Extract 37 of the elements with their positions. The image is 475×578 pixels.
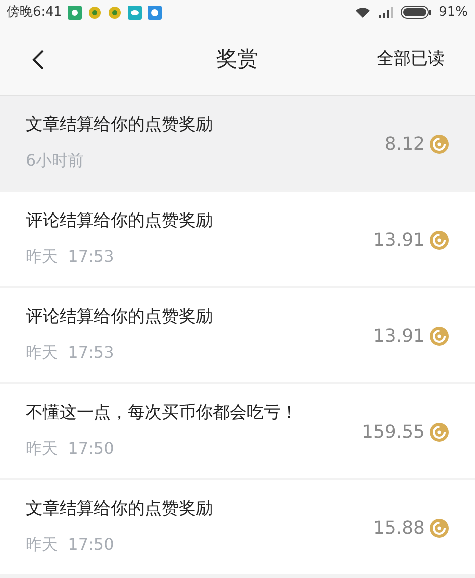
reward-time: 昨天 17:50 [26, 438, 116, 460]
shield-app-icon [68, 6, 82, 20]
mark-all-read-button[interactable]: 全部已读 [377, 47, 445, 73]
reward-row[interactable]: 不懂这一点，每次买币你都会吃亏！ 昨天 17:50 159.55 [0, 384, 475, 478]
coin-icon [430, 518, 449, 538]
wifi-icon [355, 6, 372, 18]
bubble-app-icon [148, 6, 162, 20]
ball-app-icon [108, 6, 122, 20]
coin-icon [430, 230, 449, 250]
reward-title: 评论结算给你的点赞奖励 [26, 210, 213, 234]
reward-title: 评论结算给你的点赞奖励 [26, 306, 213, 330]
reward-title: 不懂这一点，每次买币你都会吃亏！ [26, 402, 298, 426]
battery-icon [401, 6, 432, 19]
reward-title: 文章结算给你的点赞奖励 [26, 498, 213, 522]
page-title: 奖赏 [216, 46, 258, 74]
coin-icon [430, 134, 449, 154]
reward-time: 昨天 17:53 [26, 342, 116, 364]
reward-time: 6小时前 [26, 150, 86, 172]
coin-icon [430, 326, 449, 346]
status-time: 傍晚6:41 [7, 4, 62, 22]
reward-amount: 15.88 [373, 516, 425, 540]
reward-amount: 8.12 [384, 132, 425, 156]
reward-title: 文章结算给你的点赞奖励 [26, 114, 213, 138]
reward-time: 昨天 17:50 [26, 534, 116, 556]
reward-row[interactable]: 评论结算给你的点赞奖励 昨天 17:53 13.91 [0, 288, 475, 382]
reward-row[interactable]: 评论结算给你的点赞奖励 昨天 17:53 13.91 [0, 192, 475, 286]
reward-row[interactable]: 文章结算给你的点赞奖励 昨天 17:50 15.88 [0, 480, 475, 574]
ball-app-icon [88, 6, 102, 20]
cloud-app-icon [128, 6, 142, 20]
reward-amount: 13.91 [373, 228, 425, 252]
signal-icon [379, 7, 394, 18]
reward-time: 昨天 17:53 [26, 246, 116, 268]
battery-percent: 91% [439, 4, 468, 22]
reward-amount: 159.55 [362, 420, 425, 444]
reward-amount: 13.91 [373, 324, 425, 348]
back-icon[interactable] [31, 49, 45, 71]
coin-icon [430, 422, 449, 442]
